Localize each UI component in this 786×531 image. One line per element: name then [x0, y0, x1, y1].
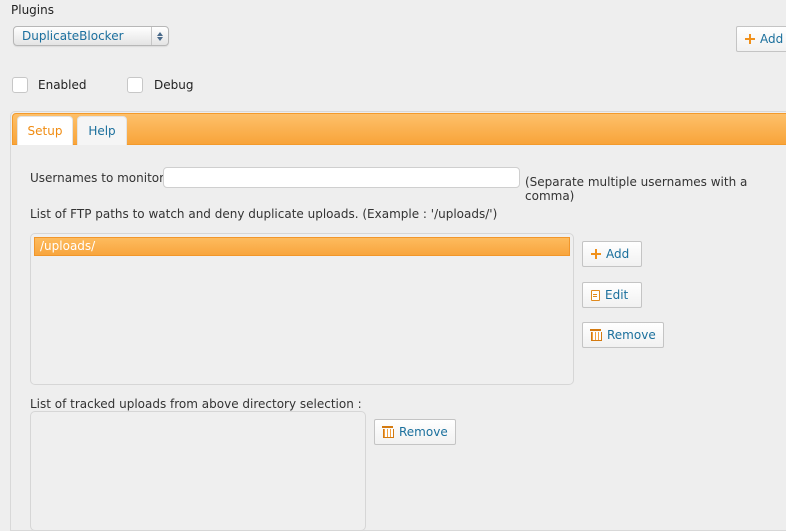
edit-path-button[interactable]: Edit [582, 282, 642, 308]
usernames-input[interactable] [163, 167, 520, 188]
add-plugin-label: Add [760, 32, 784, 46]
plus-icon [745, 34, 755, 44]
paths-label: List of FTP paths to watch and deny dupl… [30, 207, 498, 221]
debug-label: Debug [154, 78, 194, 92]
plus-icon [591, 249, 601, 259]
tab-help[interactable]: Help [77, 116, 127, 145]
usernames-label: Usernames to monitor : [30, 171, 172, 185]
trash-icon [590, 328, 602, 341]
debug-checkbox[interactable] [127, 77, 143, 93]
remove-path-button[interactable]: Remove [582, 322, 664, 348]
add-plugin-button[interactable]: Add [736, 26, 786, 52]
edit-path-label: Edit [605, 288, 629, 302]
path-list-item[interactable]: /uploads/ [34, 237, 570, 256]
select-arrows-icon [151, 27, 168, 45]
tracked-uploads-list[interactable] [30, 411, 366, 531]
add-path-label: Add [606, 247, 630, 261]
enabled-checkbox[interactable] [12, 77, 28, 93]
remove-tracked-button[interactable]: Remove [374, 419, 456, 445]
remove-tracked-label: Remove [399, 425, 448, 439]
trash-icon [382, 425, 394, 438]
add-path-button[interactable]: Add [582, 241, 642, 267]
enabled-label: Enabled [38, 78, 87, 92]
edit-icon [591, 289, 600, 301]
usernames-hint: (Separate multiple usernames with a comm… [525, 175, 748, 203]
tab-setup[interactable]: Setup [17, 116, 73, 145]
plugin-select[interactable]: DuplicateBlocker [13, 26, 169, 46]
plugins-title: Plugins [11, 3, 54, 17]
tracked-label: List of tracked uploads from above direc… [30, 397, 362, 411]
remove-path-label: Remove [607, 328, 656, 342]
tab-bar [12, 113, 786, 145]
plugin-select-value: DuplicateBlocker [22, 29, 124, 43]
